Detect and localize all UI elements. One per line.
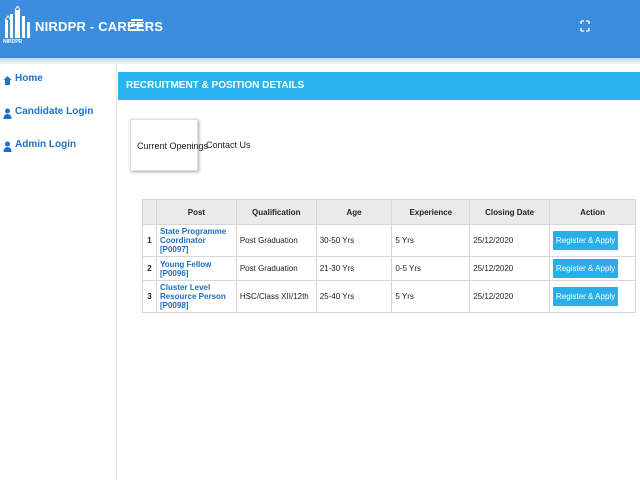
row-index: 1 (142, 224, 157, 257)
main-content: RECRUITMENT & POSITION DETAILS Current O… (118, 64, 640, 480)
post-link[interactable]: Cluster Level Resource Person [P0098] (160, 283, 226, 310)
register-apply-button[interactable]: Register & Apply (553, 259, 619, 278)
top-navbar: NIRDPR NIRDPR - CAREERS (0, 0, 640, 58)
row-index: 3 (142, 280, 157, 313)
hamburger-menu-icon[interactable] (131, 19, 143, 33)
logo-text: NIRDPR (3, 39, 23, 45)
user-icon (3, 139, 12, 152)
sidebar-item-admin-login[interactable]: Admin Login (3, 135, 76, 153)
home-icon (3, 73, 12, 85)
tab-contact-us[interactable]: Contact Us (206, 140, 251, 150)
register-apply-button[interactable]: Register & Apply (553, 231, 619, 250)
sidebar: Home Candidate Login Admin Login (0, 64, 117, 480)
column-header-closing-date: Closing Date (469, 199, 551, 225)
post-link[interactable]: Young Fellow [P0096] (160, 260, 211, 278)
column-header-index (142, 199, 157, 225)
action-cell: Register & Apply (549, 280, 636, 313)
experience-cell: 0-5 Yrs (391, 256, 471, 281)
sidebar-item-home[interactable]: Home (3, 69, 43, 87)
post-link[interactable]: State Programme Coordinator [P0097] (160, 227, 226, 254)
app-title: NIRDPR - CAREERS (35, 19, 164, 34)
table-header-row: Post Qualification Age Experience Closin… (142, 199, 636, 225)
section-header: RECRUITMENT & POSITION DETAILS (118, 72, 640, 100)
sidebar-item-label: Home (15, 72, 43, 84)
age-cell: 21-30 Yrs (315, 256, 393, 281)
column-header-post: Post (155, 199, 237, 225)
register-apply-button[interactable]: Register & Apply (553, 287, 619, 306)
age-cell: 25-40 Yrs (315, 280, 393, 313)
row-index: 2 (142, 256, 157, 281)
post-cell: Young Fellow [P0096] (155, 256, 237, 281)
action-cell: Register & Apply (549, 224, 636, 257)
age-cell: 30-50 Yrs (315, 224, 393, 257)
table-row: 1 State Programme Coordinator [P0097] Po… (142, 224, 636, 257)
tab-current-openings[interactable]: Current Openings (130, 119, 208, 171)
closing-date-cell: 25/12/2020 (469, 256, 551, 281)
closing-date-cell: 25/12/2020 (469, 280, 551, 313)
column-header-action: Action (549, 199, 636, 225)
column-header-age: Age (315, 199, 393, 225)
post-cell: Cluster Level Resource Person [P0098] (155, 280, 237, 313)
sidebar-item-label: Admin Login (15, 138, 77, 150)
tab-label: Current Openings (137, 141, 209, 151)
experience-cell: 5 Yrs (391, 280, 471, 313)
nirdpr-logo[interactable]: NIRDPR (3, 5, 33, 46)
qualification-cell: HSC/Class XII/12th (235, 280, 317, 313)
user-icon (3, 106, 12, 119)
section-title: RECRUITMENT & POSITION DETAILS (126, 80, 305, 91)
qualification-cell: Post Graduation (235, 224, 317, 257)
experience-cell: 5 Yrs (391, 224, 471, 257)
fullscreen-icon[interactable] (578, 18, 592, 34)
action-cell: Register & Apply (549, 256, 636, 281)
column-header-experience: Experience (391, 199, 471, 225)
qualification-cell: Post Graduation (235, 256, 317, 281)
sidebar-item-candidate-login[interactable]: Candidate Login (3, 102, 93, 120)
table-row: 2 Young Fellow [P0096] Post Graduation 2… (142, 256, 636, 281)
sidebar-item-label: Candidate Login (15, 105, 94, 117)
post-cell: State Programme Coordinator [P0097] (155, 224, 237, 257)
closing-date-cell: 25/12/2020 (469, 224, 551, 257)
column-header-qualification: Qualification (235, 199, 317, 225)
table-row: 3 Cluster Level Resource Person [P0098] … (142, 280, 636, 313)
openings-table: Post Qualification Age Experience Closin… (142, 199, 636, 313)
